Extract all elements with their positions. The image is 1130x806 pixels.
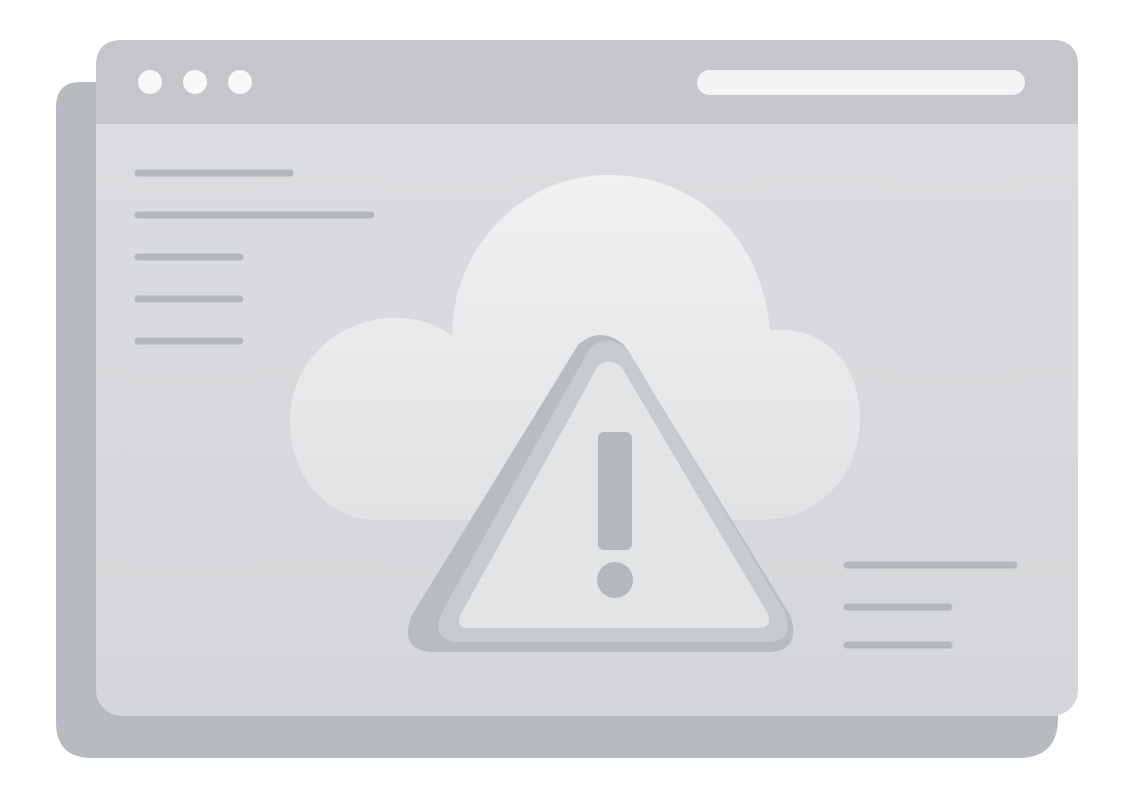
window-dots-icon	[138, 70, 252, 94]
error-illustration	[0, 0, 1130, 806]
window-dot	[138, 70, 162, 94]
window-dot	[228, 70, 252, 94]
address-bar-icon	[697, 70, 1025, 95]
exclamation-bar	[598, 432, 632, 550]
window-dot	[183, 70, 207, 94]
browser-error-illustration	[56, 40, 1078, 758]
exclamation-dot	[597, 562, 633, 598]
